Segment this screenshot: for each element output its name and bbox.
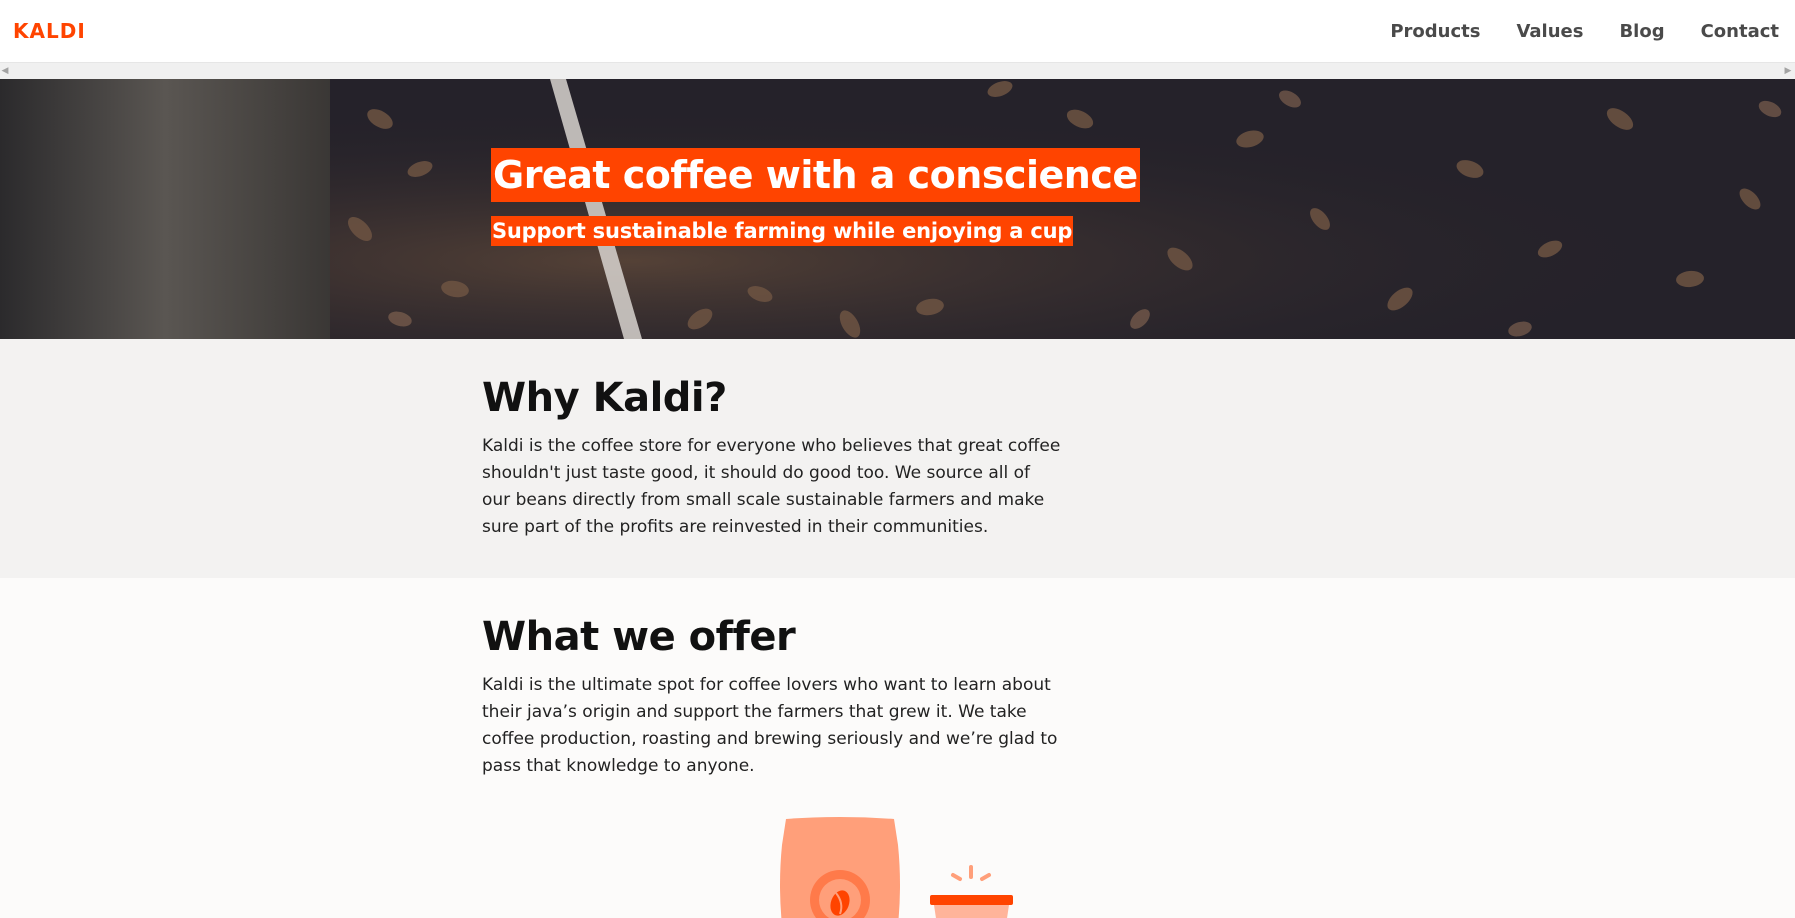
nav-link-products[interactable]: Products (1390, 21, 1480, 42)
main-nav: Products Values Blog Contact (1390, 21, 1779, 42)
hero-subtitle: Support sustainable farming while enjoyi… (491, 216, 1074, 246)
offer-content: What we offer Kaldi is the ultimate spot… (482, 612, 1062, 780)
offer-title: What we offer (482, 614, 796, 660)
why-text: Kaldi is the coffee store for everyone w… (482, 436, 1061, 537)
why-title: Why Kaldi? (482, 375, 727, 421)
nav-link-blog[interactable]: Blog (1619, 21, 1664, 42)
why-section: Why Kaldi? Kaldi is the coffee store for… (0, 339, 1795, 578)
coffee-illustration (780, 817, 1013, 918)
nav-link-contact[interactable]: Contact (1701, 21, 1779, 42)
coffee-cup-icon (930, 865, 1013, 918)
chevron-left-icon[interactable]: ◀ (0, 66, 10, 76)
navbar: KALDI Products Values Blog Contact (0, 0, 1795, 62)
hero-section: Great coffee with a conscience Support s… (0, 79, 1795, 339)
nav-link-values[interactable]: Values (1516, 21, 1583, 42)
horizontal-scrollbar[interactable]: ◀ ▶ (0, 62, 1795, 79)
offer-text: Kaldi is the ultimate spot for coffee lo… (482, 675, 1058, 776)
offer-section: What we offer Kaldi is the ultimate spot… (0, 578, 1795, 918)
hero-content: Great coffee with a conscience Support s… (491, 148, 1140, 246)
why-content: Why Kaldi? Kaldi is the coffee store for… (482, 373, 1062, 541)
hero-title: Great coffee with a conscience (491, 148, 1140, 202)
chevron-right-icon[interactable]: ▶ (1783, 66, 1793, 76)
logo-link[interactable]: KALDI (13, 19, 86, 43)
